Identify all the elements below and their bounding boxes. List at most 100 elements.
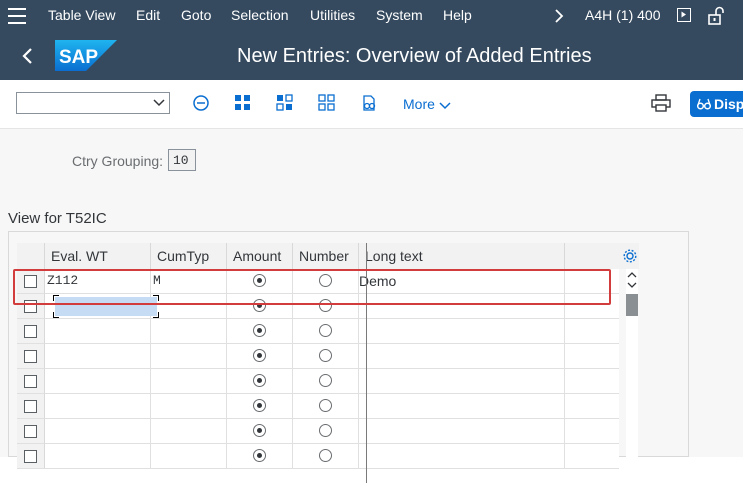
- long-text-cell[interactable]: [359, 419, 565, 444]
- row-checkbox[interactable]: [24, 425, 37, 438]
- col-amount[interactable]: Amount: [227, 243, 293, 269]
- amount-cell: [227, 419, 293, 444]
- cumtyp-cell[interactable]: [151, 419, 227, 444]
- menu-goto[interactable]: Goto: [181, 7, 211, 23]
- empty-cell: [565, 369, 619, 394]
- amount-radio[interactable]: [253, 274, 266, 287]
- empty-cell: [565, 394, 619, 419]
- amount-cell: [227, 294, 293, 319]
- number-radio[interactable]: [319, 424, 332, 437]
- menu-edit[interactable]: Edit: [136, 7, 160, 23]
- menu-help[interactable]: Help: [443, 7, 472, 23]
- eval-wt-cell[interactable]: [45, 344, 151, 369]
- eval-wt-cell[interactable]: [45, 369, 151, 394]
- row-selector[interactable]: [17, 344, 45, 369]
- select-all-column[interactable]: [17, 243, 45, 269]
- chevron-right-icon[interactable]: [552, 8, 566, 24]
- amount-radio[interactable]: [253, 424, 266, 437]
- amount-cell: [227, 369, 293, 394]
- col-empty: [565, 243, 619, 269]
- row-checkbox[interactable]: [24, 400, 37, 413]
- col-number[interactable]: Number: [293, 243, 359, 269]
- cumtyp-cell[interactable]: M: [151, 269, 227, 294]
- long-text-cell[interactable]: [359, 344, 565, 369]
- select-all-icon[interactable]: [234, 94, 252, 112]
- eval-wt-cell[interactable]: [45, 394, 151, 419]
- menu-table-view[interactable]: Table View: [48, 7, 115, 23]
- table-row: [17, 369, 619, 394]
- amount-radio[interactable]: [253, 299, 266, 312]
- scroll-up-icon[interactable]: [627, 271, 637, 279]
- scroll-thumb[interactable]: [626, 294, 638, 316]
- eval-wt-cell[interactable]: [45, 319, 151, 344]
- row-selector[interactable]: [17, 419, 45, 444]
- row-checkbox[interactable]: [24, 275, 37, 288]
- cumtyp-cell[interactable]: [151, 369, 227, 394]
- cumtyp-cell[interactable]: [151, 294, 227, 319]
- long-text-cell[interactable]: [359, 369, 565, 394]
- amount-radio[interactable]: [253, 374, 266, 387]
- vertical-scrollbar[interactable]: [626, 269, 638, 459]
- select-block-icon[interactable]: [318, 94, 336, 112]
- empty-cell: [565, 344, 619, 369]
- play-icon[interactable]: [677, 8, 691, 22]
- table-row: [17, 344, 619, 369]
- settings-icon[interactable]: [623, 249, 637, 263]
- long-text-cell[interactable]: [359, 394, 565, 419]
- row-checkbox[interactable]: [24, 325, 37, 338]
- amount-radio[interactable]: [253, 449, 266, 462]
- eval-wt-cell[interactable]: Z112: [45, 269, 151, 294]
- cumtyp-cell[interactable]: [151, 394, 227, 419]
- number-radio[interactable]: [319, 299, 332, 312]
- focused-cell[interactable]: [53, 295, 159, 318]
- number-radio[interactable]: [319, 274, 332, 287]
- page-title: New Entries: Overview of Added Entries: [237, 45, 592, 67]
- menu-system[interactable]: System: [376, 7, 423, 23]
- command-field[interactable]: [16, 92, 170, 114]
- unlock-icon[interactable]: [707, 6, 725, 26]
- empty-cell: [565, 269, 619, 294]
- details-icon[interactable]: [360, 94, 378, 112]
- number-radio[interactable]: [319, 324, 332, 337]
- table-row: [17, 394, 619, 419]
- eval-wt-cell[interactable]: [45, 419, 151, 444]
- print-icon[interactable]: [651, 94, 671, 112]
- cumtyp-cell[interactable]: [151, 319, 227, 344]
- long-text-cell[interactable]: [359, 319, 565, 344]
- minus-circle-icon[interactable]: [192, 94, 210, 112]
- row-selector[interactable]: [17, 394, 45, 419]
- number-cell: [293, 394, 359, 419]
- row-checkbox[interactable]: [24, 300, 37, 313]
- number-radio[interactable]: [319, 449, 332, 462]
- long-text-cell[interactable]: Demo: [359, 269, 565, 294]
- amount-radio[interactable]: [253, 399, 266, 412]
- number-radio[interactable]: [319, 374, 332, 387]
- menu-utilities[interactable]: Utilities: [310, 7, 355, 23]
- row-selector[interactable]: [17, 294, 45, 319]
- table-row: [17, 319, 619, 344]
- scroll-down-icon[interactable]: [627, 281, 637, 289]
- row-selector[interactable]: [17, 319, 45, 344]
- menu-icon[interactable]: [8, 8, 26, 24]
- display-button[interactable]: Disp: [690, 91, 743, 117]
- number-radio[interactable]: [319, 399, 332, 412]
- menu-selection[interactable]: Selection: [231, 7, 289, 23]
- col-long-text[interactable]: Long text: [359, 243, 565, 269]
- table-row: [17, 419, 619, 444]
- amount-radio[interactable]: [253, 349, 266, 362]
- number-radio[interactable]: [319, 349, 332, 362]
- col-cumtyp[interactable]: CumTyp: [151, 243, 227, 269]
- back-icon[interactable]: [18, 46, 38, 66]
- table-header: Eval. WT CumTyp Amount Number Long text: [17, 243, 639, 269]
- eval-wt-value: Z112: [47, 273, 79, 288]
- row-selector[interactable]: [17, 369, 45, 394]
- more-button[interactable]: More: [403, 96, 451, 112]
- row-checkbox[interactable]: [24, 350, 37, 363]
- row-checkbox[interactable]: [24, 375, 37, 388]
- col-eval-wt[interactable]: Eval. WT: [45, 243, 151, 269]
- long-text-cell[interactable]: [359, 294, 565, 319]
- deselect-all-icon[interactable]: [276, 94, 294, 112]
- cumtyp-cell[interactable]: [151, 344, 227, 369]
- row-selector[interactable]: [17, 269, 45, 294]
- amount-radio[interactable]: [253, 324, 266, 337]
